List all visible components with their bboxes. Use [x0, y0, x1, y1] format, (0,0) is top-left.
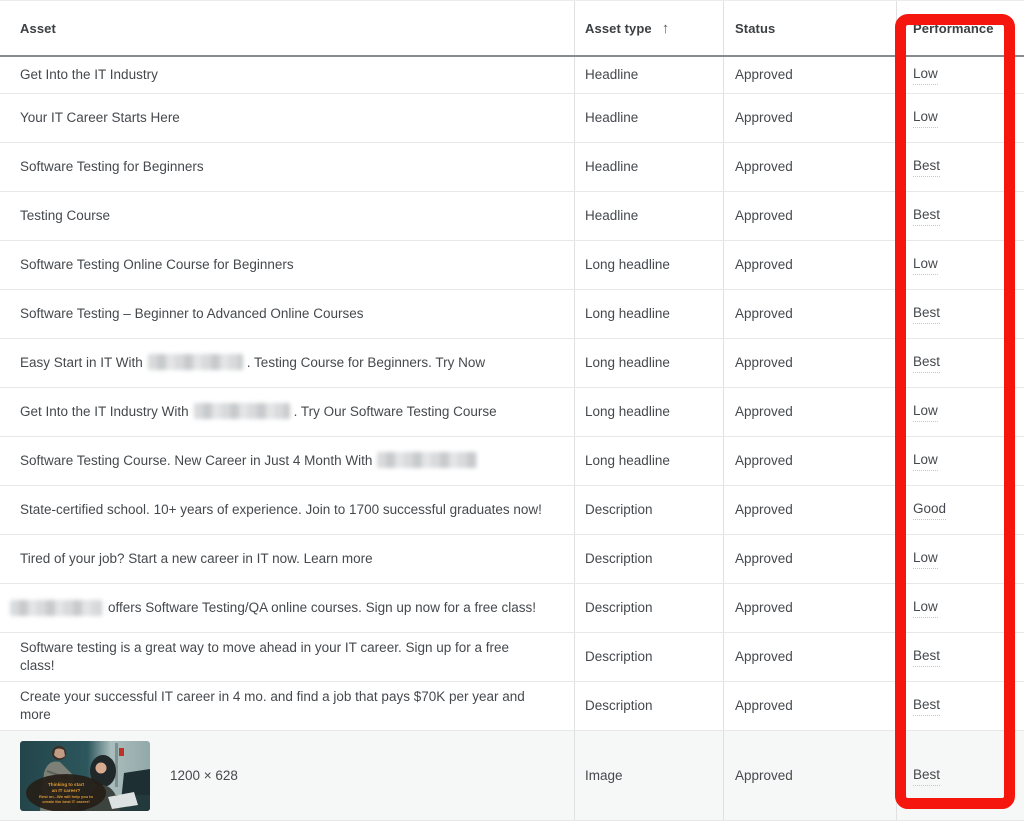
image-dimensions: 1200 × 628 — [170, 767, 238, 783]
asset-type-text: Long headline — [585, 306, 670, 321]
status-text: Approved — [735, 502, 793, 517]
column-header-asset-type[interactable]: Asset type ↑ — [575, 1, 724, 55]
performance-value[interactable]: Low — [913, 255, 938, 275]
table-row[interactable]: Software Testing for Beginners Headline … — [0, 143, 1024, 192]
performance-value[interactable]: Best — [913, 696, 941, 716]
asset-type-text: Long headline — [585, 355, 670, 370]
table-row[interactable]: Thinking to start an IT career? Rest on.… — [0, 731, 1024, 821]
asset-text: Tired of your job? Start a new career in… — [20, 551, 373, 566]
table-bottom-gap — [0, 821, 1024, 828]
asset-text: Your IT Career Starts Here — [20, 110, 180, 125]
asset-type-text: Description — [585, 600, 653, 615]
table-row[interactable]: Get Into the IT Industry With. Try Our S… — [0, 388, 1024, 437]
table-row[interactable]: Your IT Career Starts Here Headline Appr… — [0, 94, 1024, 143]
column-header-asset[interactable]: Asset — [0, 1, 575, 55]
performance-value[interactable]: Best — [913, 647, 941, 667]
table-row[interactable]: Testing Course Headline Approved Best — [0, 192, 1024, 241]
image-thumbnail[interactable]: Thinking to start an IT career? Rest on.… — [20, 740, 150, 811]
status-text: Approved — [735, 110, 793, 125]
status-text: Approved — [735, 404, 793, 419]
asset-type-text: Long headline — [585, 257, 670, 272]
status-text: Approved — [735, 551, 793, 566]
asset-type-text: Headline — [585, 208, 639, 223]
column-header-status[interactable]: Status — [724, 1, 897, 55]
asset-text: Software Testing – Beginner to Advanced … — [20, 306, 364, 321]
asset-text: Create your successful IT career in 4 mo… — [20, 689, 525, 722]
column-header-performance-label: Performance — [913, 20, 994, 36]
asset-text: Easy Start in IT With. Testing Course fo… — [20, 354, 486, 370]
column-header-asset-label: Asset — [20, 20, 56, 36]
svg-text:create the best IT career!: create the best IT career! — [42, 799, 89, 804]
asset-type-text: Description — [585, 551, 653, 566]
assets-table: Asset Asset type ↑ Status Performance Ge… — [0, 0, 1024, 828]
sort-ascending-icon: ↑ — [661, 19, 670, 37]
performance-value[interactable]: Best — [913, 353, 941, 373]
asset-type-text: Headline — [585, 159, 639, 174]
asset-text: Get Into the IT Industry — [20, 67, 158, 82]
table-row[interactable]: State-certified school. 10+ years of exp… — [0, 486, 1024, 535]
table-header-row: Asset Asset type ↑ Status Performance — [0, 1, 1024, 57]
asset-type-text: Headline — [585, 67, 639, 82]
table-row[interactable]: Tired of your job? Start a new career in… — [0, 535, 1024, 584]
status-text: Approved — [735, 257, 793, 272]
performance-value[interactable]: Low — [913, 402, 938, 422]
asset-text: Software Testing for Beginners — [20, 159, 204, 174]
svg-text:Thinking to start: Thinking to start — [48, 782, 84, 787]
status-text: Approved — [735, 355, 793, 370]
asset-type-text: Long headline — [585, 404, 670, 419]
performance-value[interactable]: Best — [913, 157, 941, 177]
table-row[interactable]: Easy Start in IT With. Testing Course fo… — [0, 339, 1024, 388]
asset-text: Software Testing Online Course for Begin… — [20, 257, 294, 272]
status-text: Approved — [735, 306, 793, 321]
redacted-brand-name — [10, 600, 102, 616]
asset-text: Get Into the IT Industry With. Try Our S… — [20, 403, 497, 419]
performance-value[interactable]: Best — [913, 766, 941, 786]
performance-value[interactable]: Best — [913, 304, 941, 324]
performance-value[interactable]: Low — [913, 598, 938, 618]
svg-text:an IT career?: an IT career? — [52, 788, 81, 793]
table-body: Get Into the IT Industry Headline Approv… — [0, 57, 1024, 828]
performance-value[interactable]: Good — [913, 500, 947, 520]
asset-text: Software Testing Course. New Career in J… — [20, 452, 481, 470]
performance-value[interactable]: Low — [913, 549, 938, 569]
table-row[interactable]: Software Testing Online Course for Begin… — [0, 241, 1024, 290]
asset-text: State-certified school. 10+ years of exp… — [20, 502, 542, 517]
status-text: Approved — [735, 698, 793, 713]
status-text: Approved — [735, 600, 793, 615]
status-text: Approved — [735, 208, 793, 223]
status-text: Approved — [735, 767, 793, 783]
status-text: Approved — [735, 159, 793, 174]
asset-type-text: Headline — [585, 110, 639, 125]
table-row[interactable]: Software Testing – Beginner to Advanced … — [0, 290, 1024, 339]
table-row[interactable]: Software Testing Course. New Career in J… — [0, 437, 1024, 486]
status-text: Approved — [735, 649, 793, 664]
table-row[interactable]: offers Software Testing/QA online course… — [0, 584, 1024, 633]
column-header-asset-type-label: Asset type — [585, 20, 652, 36]
asset-type-text: Long headline — [585, 453, 670, 468]
asset-type-text: Description — [585, 698, 653, 713]
performance-value[interactable]: Low — [913, 65, 938, 85]
asset-type-text: Description — [585, 502, 653, 517]
image-asset: Thinking to start an IT career? Rest on.… — [20, 740, 238, 811]
redacted-brand-name — [377, 452, 478, 468]
table-row[interactable]: Get Into the IT Industry Headline Approv… — [0, 57, 1024, 94]
column-header-performance[interactable]: Performance — [897, 1, 1024, 55]
status-text: Approved — [735, 453, 793, 468]
asset-type-text: Image — [585, 767, 623, 783]
asset-text: offers Software Testing/QA online course… — [10, 599, 536, 617]
redacted-brand-name — [193, 403, 290, 419]
asset-text: Software testing is a great way to move … — [20, 640, 510, 673]
performance-value[interactable]: Low — [913, 451, 938, 471]
table-row[interactable]: Create your successful IT career in 4 mo… — [0, 682, 1024, 731]
asset-type-text: Description — [585, 649, 653, 664]
asset-text: Testing Course — [20, 208, 111, 223]
redacted-brand-name — [147, 354, 243, 370]
performance-value[interactable]: Low — [913, 108, 938, 128]
performance-value[interactable]: Best — [913, 206, 941, 226]
status-text: Approved — [735, 67, 793, 82]
table-row[interactable]: Software testing is a great way to move … — [0, 633, 1024, 682]
column-header-status-label: Status — [735, 20, 776, 36]
